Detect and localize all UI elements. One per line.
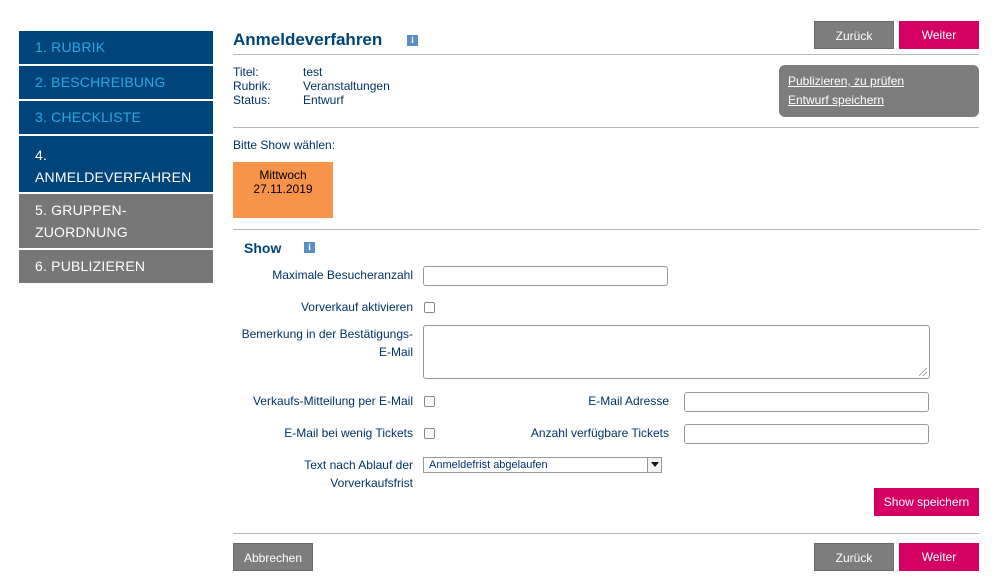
expiry-text-selected: Anmeldefrist abgelaufen — [429, 459, 548, 471]
remark-label-line: Bemerkung in der Bestätigungs- — [241, 327, 413, 341]
publish-actions-box: Publizieren, zu prüfen Entwurf speichern — [779, 65, 979, 117]
ticket-count-label: Anzahl verfügbare Tickets — [530, 426, 669, 440]
divider — [233, 533, 979, 534]
back-button-bottom[interactable]: Zurück — [814, 543, 894, 571]
page-title: Anmeldeverfahren — [233, 30, 383, 49]
email-input[interactable] — [684, 392, 929, 412]
chevron-down-icon[interactable] — [647, 458, 661, 472]
next-button-bottom[interactable]: Weiter — [899, 543, 979, 571]
expiry-text-select[interactable]: Anmeldefrist abgelaufen — [423, 457, 662, 473]
presale-checkbox[interactable] — [424, 302, 435, 313]
remark-label-line: E-Mail — [378, 345, 413, 359]
sidebar-item-label: 4. — [35, 147, 48, 163]
sidebar-item-label: ANMELDEVERFAHREN — [35, 169, 192, 185]
sidebar-item-beschreibung[interactable]: 2. BESCHREIBUNG — [19, 66, 213, 99]
remark-textarea[interactable] — [423, 325, 930, 379]
sidebar-item-label: 2. BESCHREIBUNG — [35, 74, 166, 90]
divider — [233, 229, 979, 230]
sidebar-item-checkliste[interactable]: 3. CHECKLISTE — [19, 101, 213, 134]
sidebar-item-gruppenzuordnung[interactable]: 5. GRUPPEN- ZUORDNUNG — [19, 194, 213, 248]
show-tile-date: 27.11.2019 — [253, 182, 313, 196]
category-label: Rubrik: — [233, 79, 272, 93]
back-button-top[interactable]: Zurück — [814, 21, 894, 49]
save-draft-link[interactable]: Entwurf speichern — [788, 93, 884, 107]
sidebar-item-rubrik[interactable]: 1. RUBRIK — [19, 31, 213, 64]
low-tickets-checkbox[interactable] — [424, 428, 435, 439]
low-tickets-label: E-Mail bei wenig Tickets — [284, 426, 413, 440]
show-heading: Show — [244, 240, 282, 256]
expiry-text-label: Text nach Ablauf der Vorverkaufsfrist — [233, 456, 413, 492]
max-visitors-label: Maximale Besucheranzahl — [272, 268, 413, 282]
sidebar-item-label: ZUORDNUNG — [35, 224, 128, 240]
info-icon[interactable]: i — [304, 242, 315, 253]
cancel-button[interactable]: Abbrechen — [233, 543, 313, 571]
show-tile[interactable]: Mittwoch 27.11.2019 — [233, 162, 333, 218]
sales-notify-checkbox[interactable] — [424, 396, 435, 407]
divider — [233, 127, 979, 128]
info-icon[interactable]: i — [407, 35, 418, 46]
save-show-button[interactable]: Show speichern — [874, 488, 979, 516]
show-tile-day: Mittwoch — [259, 168, 307, 182]
title-value: test — [303, 65, 323, 79]
expiry-text-label-line: Vorverkaufsfrist — [330, 476, 413, 490]
sales-notify-label: Verkaufs-Mitteilung per E-Mail — [252, 394, 413, 408]
sidebar-item-label: 3. CHECKLISTE — [35, 109, 142, 125]
divider — [233, 54, 979, 55]
category-value: Veranstaltungen — [303, 79, 390, 93]
show-select-prompt: Bitte Show wählen: — [233, 138, 336, 152]
expiry-text-label-line: Text nach Ablauf der — [304, 458, 413, 472]
sidebar-item-label: 1. RUBRIK — [35, 39, 106, 55]
ticket-count-input[interactable] — [684, 424, 929, 444]
sidebar-item-label: 6. PUBLIZIEREN — [35, 258, 146, 274]
presale-label: Vorverkauf aktivieren — [300, 300, 413, 314]
status-label: Status: — [233, 93, 271, 107]
email-label: E-Mail Adresse — [588, 394, 669, 408]
publish-link[interactable]: Publizieren, zu prüfen — [788, 74, 904, 88]
sidebar-item-publizieren[interactable]: 6. PUBLIZIEREN — [19, 250, 213, 283]
title-label: Titel: — [233, 65, 259, 79]
sidebar-item-anmeldeverfahren[interactable]: 4. ANMELDEVERFAHREN — [19, 136, 213, 192]
remark-label: Bemerkung in der Bestätigungs- E-Mail — [233, 325, 413, 361]
resize-grip-icon[interactable] — [919, 368, 927, 376]
max-visitors-input[interactable] — [423, 266, 668, 286]
status-value: Entwurf — [303, 93, 344, 107]
next-button-top[interactable]: Weiter — [899, 21, 979, 49]
sidebar-item-label: 5. GRUPPEN- — [35, 202, 127, 218]
